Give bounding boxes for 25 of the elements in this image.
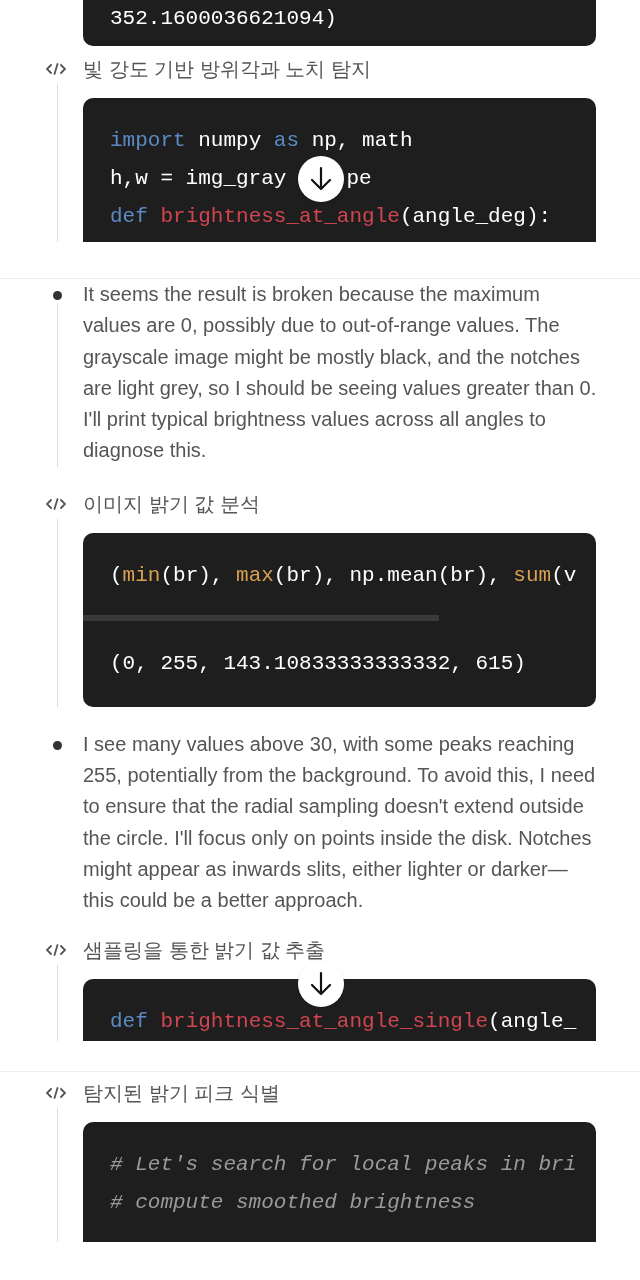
step-title: 이미지 밝기 값 분석 xyxy=(83,491,260,517)
scroll-down-button[interactable] xyxy=(298,960,344,1007)
code-line: def brightness_at_angle_single(angle_ xyxy=(110,1008,577,1035)
step-title: 빛 강도 기반 방위각과 노치 탐지 xyxy=(83,57,371,82)
code-icon xyxy=(46,497,66,510)
code-line: h,w = img_gray xyxy=(110,166,287,192)
code-line: 352.1600036621094) xyxy=(110,6,337,32)
code-icon xyxy=(46,943,66,956)
code-line: import numpy as np, math xyxy=(110,128,413,154)
bullet-icon xyxy=(53,291,62,300)
code-icon xyxy=(46,63,66,75)
code-icon xyxy=(46,1086,66,1099)
step-title: 샘플링을 통한 밝기 값 추출 xyxy=(83,937,326,963)
code-line: pe xyxy=(346,166,372,192)
code-line: (min(br), max(br), np.mean(br), sum(v xyxy=(110,562,577,589)
arrow-down-icon xyxy=(309,970,333,997)
bullet-icon xyxy=(53,740,62,750)
code-line: # Let's search for local peaks in bri xyxy=(110,1151,577,1178)
code-line: def brightness_at_angle(angle_deg): xyxy=(110,204,552,230)
message-paragraph: It seems the result is broken because the maximum values are 0, possibly due to out-of-range values. The grayscale image might be mostly black, and the notches are light grey, so I should be seeing values greater than 0. I'll print typical brightness values across all angles to diagnose this. xyxy=(83,282,598,464)
arrow-down-icon xyxy=(309,166,333,192)
step-title: 탐지된 밝기 피크 식별 xyxy=(83,1080,280,1106)
message-paragraph: I see many values above 30, with some peaks reaching 255, potentially from the background. To avoid this, I need to ensure that the radial sampling doesn't extend outside the circle. I'll focus only on points inside the disk. Notches might appear as inwards slits, either lighter or darker—this could be a better approach. xyxy=(83,731,597,914)
code-line: # compute smoothed brightness xyxy=(110,1189,476,1216)
code-output: (0, 255, 143.10833333333332, 615) xyxy=(110,650,526,677)
